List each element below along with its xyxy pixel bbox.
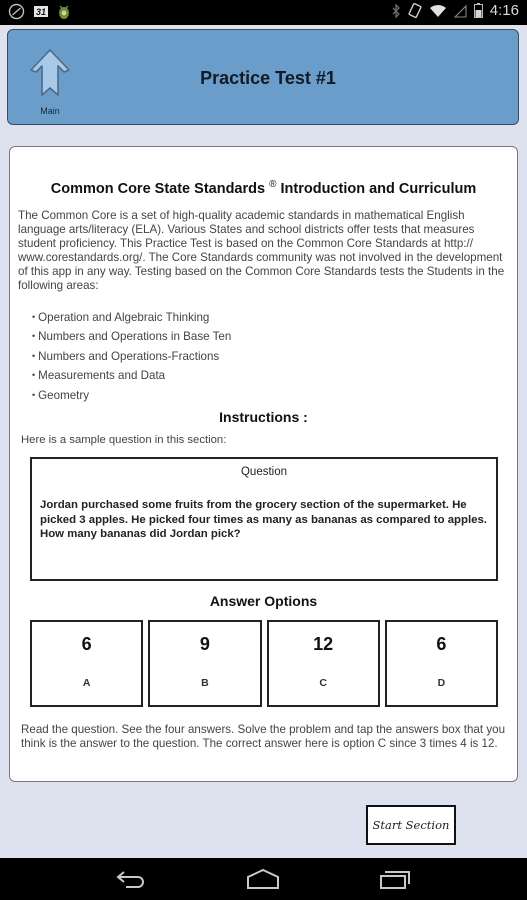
wifi-icon (429, 4, 447, 18)
status-bar-notifications: 31 (8, 3, 71, 20)
main-button-label: Main (40, 106, 60, 116)
area-item: Geometry (32, 386, 231, 405)
areas-list: Operation and Algebraic Thinking Numbers… (32, 308, 231, 405)
registered-mark: ® (269, 179, 277, 190)
home-icon (247, 868, 279, 889)
signal-icon (453, 4, 467, 18)
answer-option-c[interactable]: 12 C (266, 620, 380, 707)
answer-value: 12 (313, 634, 334, 654)
back-button[interactable] (111, 866, 151, 892)
sync-icon (8, 3, 25, 20)
clock: 4:16 (489, 2, 519, 19)
page-title: Practice Test #1 (200, 68, 336, 88)
header-bar: Main Practice Test #1 (7, 29, 519, 125)
calendar-icon: 31 (33, 5, 49, 18)
answer-letter: A (82, 677, 91, 689)
back-icon (116, 871, 144, 888)
section-title-main: Common Core State Standards (50, 180, 266, 197)
status-bar-system: 4:16 (392, 2, 519, 19)
recent-apps-button[interactable] (375, 866, 415, 892)
answer-options: 6 A 9 B 12 C 6 D (30, 620, 498, 707)
answer-option-d[interactable]: 6 D (384, 620, 498, 707)
answer-value: 9 (199, 634, 210, 654)
start-section-button[interactable]: Start Section (366, 805, 456, 845)
answer-options-heading: Answer Options (209, 593, 318, 609)
answer-letter: D (437, 677, 446, 689)
section-title-suffix: Introduction and Curriculum (280, 180, 477, 197)
answer-option-a[interactable]: 6 A (30, 620, 144, 707)
content-card: Common Core State Standards ® Introducti… (9, 146, 518, 782)
area-item: Numbers and Operations in Base Ten (32, 327, 231, 346)
bluetooth-icon (392, 3, 401, 18)
explanation-text: Read the question. See the four answers.… (21, 723, 506, 750)
answer-letter: B (201, 677, 209, 689)
answer-option-b[interactable]: 9 B (148, 620, 262, 707)
area-item: Measurements and Data (32, 366, 231, 385)
section-title: Common Core State Standards ® Introducti… (10, 179, 517, 197)
status-bar: 31 4:16 (0, 0, 527, 25)
battery-icon (473, 3, 483, 18)
sample-intro: Here is a sample question in this sectio… (21, 434, 227, 446)
android-bug-icon (57, 4, 71, 20)
recent-apps-icon (380, 871, 410, 889)
area-item: Operation and Algebraic Thinking (32, 308, 231, 327)
question-box: Question Jordan purchased some fruits fr… (30, 457, 498, 581)
answer-value: 6 (81, 634, 92, 654)
answer-value: 6 (436, 634, 447, 654)
calendar-day: 31 (36, 7, 46, 17)
question-label: Question (240, 466, 288, 478)
intro-paragraph: The Common Core is a set of high-quality… (18, 209, 505, 292)
question-text: Jordan purchased some fruits from the gr… (40, 499, 487, 540)
instructions-heading: Instructions : (219, 409, 308, 425)
area-item: Numbers and Operations-Fractions (32, 347, 231, 366)
rotate-icon (408, 3, 422, 18)
navigation-bar (0, 858, 527, 900)
home-button[interactable] (243, 866, 283, 892)
answer-letter: C (319, 677, 327, 689)
